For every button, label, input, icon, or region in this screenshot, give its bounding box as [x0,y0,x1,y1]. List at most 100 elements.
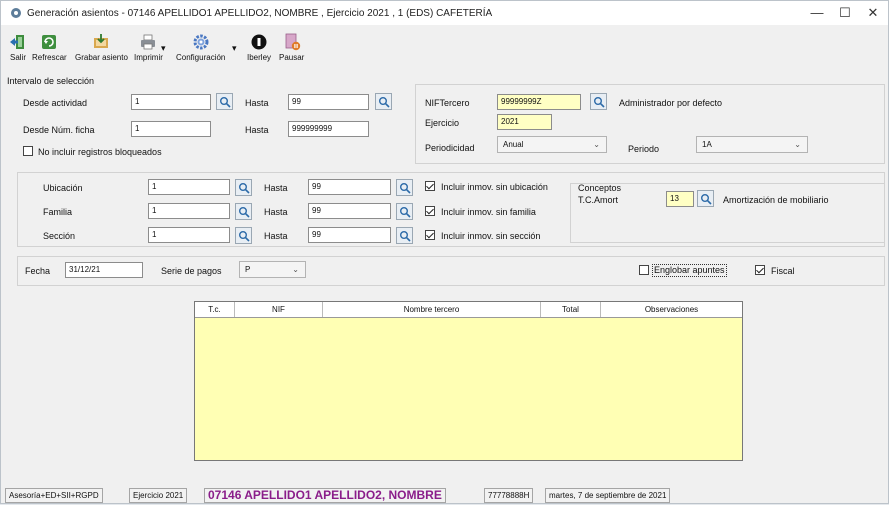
status-modulos: Asesoría+ED+SII+RGPD [5,488,103,503]
nif-tercero-input[interactable]: 99999999Z [497,94,581,110]
periodo-select[interactable]: 1A ⌄ [696,136,808,153]
familia-hasta-label: Hasta [264,207,288,217]
nif-tercero-label: NIFTercero [425,98,470,108]
configuracion-label: Configuración [176,53,226,62]
status-codigo: 77778888H [484,488,534,503]
gear-icon [193,34,209,50]
toolbar: Salir Refrescar Grabar asiento Imprimir … [1,27,888,73]
desde-actividad-input[interactable]: 1 [131,94,211,110]
periodicidad-label: Periodicidad [425,143,475,153]
status-ejercicio: Ejercicio 2021 [129,488,188,503]
serie-pagos-label: Serie de pagos [161,266,222,276]
close-button[interactable]: ✕ [858,1,888,25]
seccion-to-search-button[interactable] [396,227,413,244]
search-icon [400,207,411,218]
hasta-ficha-input[interactable]: 999999999 [288,121,369,137]
salir-button[interactable]: Salir [9,33,27,62]
refresh-icon [42,35,57,49]
ejercicio-input[interactable]: 2021 [497,114,552,130]
column-header-nombre-tercero[interactable]: Nombre tercero [323,302,541,317]
iberley-logo-icon [251,34,267,50]
hasta-actividad-input[interactable]: 99 [288,94,369,110]
tc-amort-description: Amortización de mobiliario [723,195,829,205]
status-fecha: martes, 7 de septiembre de 2021 [545,488,671,503]
search-icon [594,97,605,108]
app-icon [11,8,21,18]
search-icon [239,183,250,194]
seccion-from-search-button[interactable] [235,227,252,244]
familia-from-input[interactable]: 1 [148,203,230,219]
column-header-total[interactable]: Total [541,302,601,317]
conceptos-legend: Conceptos [578,183,622,193]
incluir-sin-familia-checkbox[interactable] [425,206,435,216]
search-icon [379,97,390,108]
save-entry-icon [94,34,109,48]
maximize-button[interactable]: ☐ [830,1,860,25]
fiscal-label: Fiscal [771,266,795,276]
fecha-label: Fecha [25,266,51,276]
nif-tercero-search-button[interactable] [590,93,607,110]
chevron-down-icon: ⌄ [794,140,801,149]
window-title: Generación asientos - 07146 APELLIDO1 AP… [27,7,493,19]
pausar-label: Pausar [279,53,305,62]
no-incluir-bloqueados-checkbox[interactable] [23,146,33,156]
app-window: Generación asientos - 07146 APELLIDO1 AP… [0,0,889,504]
seccion-label: Sección [43,231,76,241]
ubicacion-to-input[interactable]: 99 [308,179,391,195]
grabar-asiento-button[interactable]: Grabar asiento [75,33,128,62]
pausar-button[interactable]: Pausar [279,33,304,62]
iberley-label: Iberley [247,53,272,62]
asientos-grid[interactable]: T.c. NIF Nombre tercero Total Observacio… [194,301,743,461]
hasta-actividad-search-button[interactable] [375,93,392,110]
exit-icon [10,35,24,49]
seccion-to-input[interactable]: 99 [308,227,391,243]
grabar-label: Grabar asiento [75,53,128,62]
status-bar: Asesoría+ED+SII+RGPD Ejercicio 2021 0714… [1,485,888,505]
familia-to-input[interactable]: 99 [308,203,391,219]
title-bar: Generación asientos - 07146 APELLIDO1 AP… [1,1,888,25]
serie-pagos-select[interactable]: P ⌄ [239,261,306,278]
incluir-sin-seccion-checkbox[interactable] [425,230,435,240]
seccion-from-input[interactable]: 1 [148,227,230,243]
periodicidad-select[interactable]: Anual ⌄ [497,136,607,153]
periodo-label: Periodo [628,144,660,154]
familia-to-search-button[interactable] [396,203,413,220]
desde-actividad-search-button[interactable] [216,93,233,110]
incluir-sin-ubicacion-checkbox[interactable] [425,181,435,191]
search-icon [701,194,712,205]
search-icon [239,207,250,218]
desde-actividad-label: Desde actividad [23,98,88,108]
imprimir-button[interactable]: Imprimir [134,33,163,62]
fecha-input[interactable]: 31/12/21 [65,262,143,278]
tc-amort-search-button[interactable] [697,190,714,207]
iberley-button[interactable]: Iberley [247,33,271,62]
ubicacion-from-search-button[interactable] [235,179,252,196]
fiscal-checkbox[interactable] [755,265,765,275]
tc-amort-input[interactable]: 13 [666,191,694,207]
imprimir-dropdown-icon[interactable]: ▾ [161,43,166,54]
configuracion-button[interactable]: Configuración [176,33,225,62]
column-header-nif[interactable]: NIF [235,302,323,317]
englobar-apuntes-checkbox[interactable] [639,265,649,275]
nif-tercero-description: Administrador por defecto [619,98,723,108]
ubicacion-from-input[interactable]: 1 [148,179,230,195]
column-header-observaciones[interactable]: Observaciones [601,302,742,317]
desde-ficha-input[interactable]: 1 [131,121,211,137]
incluir-sin-seccion-label: Incluir inmov. sin sección [441,231,541,241]
familia-label: Familia [43,207,73,217]
ubicacion-to-search-button[interactable] [396,179,413,196]
incluir-sin-familia-label: Incluir inmov. sin familia [441,207,536,217]
salir-label: Salir [9,53,26,62]
minimize-button[interactable]: — [802,1,832,25]
hasta-actividad-label: Hasta [245,98,269,108]
configuracion-dropdown-icon[interactable]: ▾ [232,43,237,54]
column-header-tc[interactable]: T.c. [195,302,235,317]
ejercicio-label: Ejercicio [425,118,460,128]
no-incluir-bloqueados-label: No incluir registros bloqueados [38,147,162,157]
ubicacion-hasta-label: Hasta [264,183,288,193]
familia-from-search-button[interactable] [235,203,252,220]
seccion-hasta-label: Hasta [264,231,288,241]
pause-document-icon [285,33,300,51]
grid-header: T.c. NIF Nombre tercero Total Observacio… [195,302,742,318]
refrescar-button[interactable]: Refrescar [32,33,67,62]
